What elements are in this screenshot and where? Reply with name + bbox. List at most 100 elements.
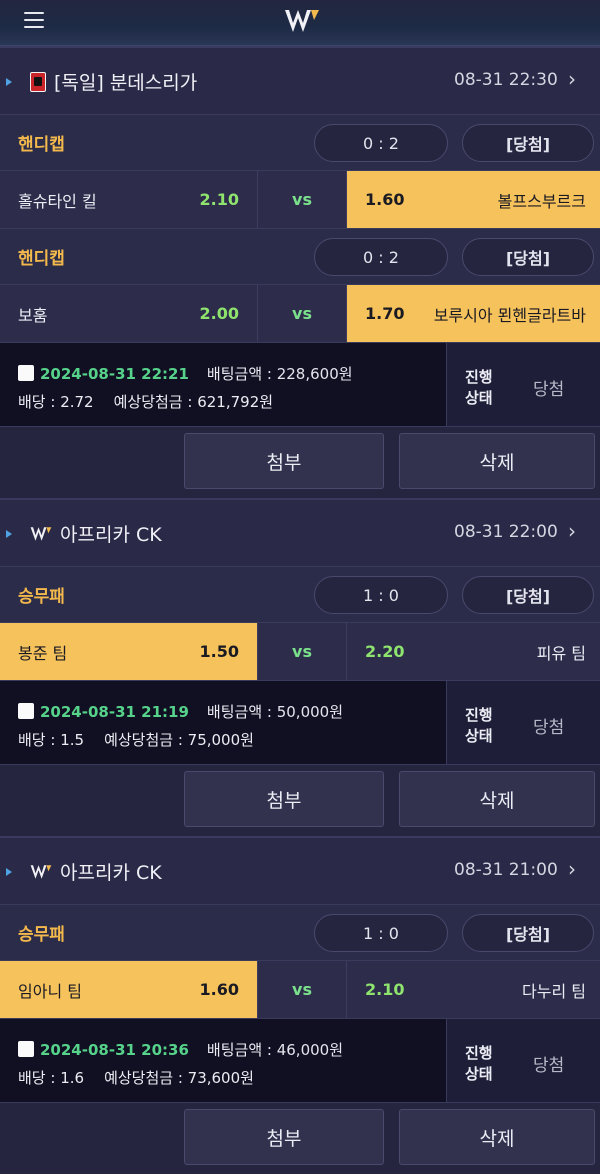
action-buttons: 첨부 삭제	[0, 426, 600, 498]
market-type: 승무패	[18, 587, 65, 607]
status-label: 진행 상태	[465, 705, 493, 747]
site-logo[interactable]	[284, 8, 320, 34]
expected-payout: 621,792원	[197, 393, 274, 411]
chevron-right-icon[interactable]: ›	[568, 67, 576, 91]
stake-label: 배팅금액 :	[206, 365, 277, 383]
status-label-line1: 진행	[465, 368, 493, 386]
match-datetime: 08-31 22:30	[454, 70, 558, 90]
hamburger-menu-icon[interactable]	[24, 12, 44, 28]
payout-label: 예상당첨금 :	[104, 1069, 188, 1087]
status-label: 진행 상태	[465, 1043, 493, 1085]
attach-button[interactable]: 첨부	[184, 433, 384, 489]
match-header[interactable]: 아프리카 CK 08-31 21:00 ›	[0, 836, 600, 904]
select-checkbox[interactable]	[18, 703, 34, 719]
result-pill: [당첨]	[462, 914, 594, 952]
payout-label: 예상당첨금 :	[104, 731, 188, 749]
league-name: [독일] 분데스리가	[54, 72, 198, 94]
expected-payout: 73,600원	[187, 1069, 254, 1087]
delete-button[interactable]: 삭제	[399, 771, 595, 827]
final-score-pill: 1 : 0	[314, 576, 448, 614]
status-panel: 진행 상태 당첨	[446, 1019, 600, 1103]
away-pick-cell[interactable]: 2.10 다누리 팀	[346, 961, 600, 1018]
bundesliga-badge-icon	[30, 71, 46, 92]
away-team-name: 볼프스부르크	[497, 191, 586, 211]
home-team-name: 봉준 팀	[18, 643, 68, 663]
payout-label: 예상당첨금 :	[113, 393, 198, 411]
vs-label: vs	[292, 642, 312, 661]
bet-line-2: 배당 : 2.72 예상당첨금 : 621,792원	[18, 391, 273, 412]
bet-line-1: 2024-08-31 22:21 배팅금액 : 228,600원	[40, 363, 353, 384]
bet-details: 2024-08-31 21:19 배팅금액 : 50,000원배당 : 1.5 예상…	[0, 681, 446, 765]
final-score-pill: 0 : 2	[314, 124, 448, 162]
top-bar	[0, 0, 600, 46]
market-bar: 승무패 1 : 0 [당첨]	[0, 566, 600, 622]
bet-line-1: 2024-08-31 20:36 배팅금액 : 46,000원	[40, 1039, 343, 1060]
bet-line-2: 배당 : 1.5 예상당첨금 : 75,000원	[18, 729, 254, 750]
match-datetime: 08-31 22:00	[454, 522, 558, 542]
status-label-line1: 진행	[465, 1044, 493, 1062]
action-buttons: 첨부 삭제	[0, 764, 600, 836]
result-pill: [당첨]	[462, 124, 594, 162]
total-odds: 2.72	[60, 393, 94, 411]
bet-time: 2024-08-31 20:36	[40, 1041, 189, 1059]
select-checkbox[interactable]	[18, 1041, 34, 1057]
away-pick-cell[interactable]: 2.20 피유 팀	[346, 623, 600, 680]
league-name: 아프리카 CK	[60, 524, 162, 546]
home-team-name: 임아니 팀	[18, 981, 82, 1001]
match-row: 임아니 팀 1.60 vs 2.10 다누리 팀	[0, 960, 600, 1018]
status-label: 진행 상태	[465, 367, 493, 409]
away-pick-cell[interactable]: 1.60 볼프스부르크	[346, 171, 600, 228]
match-row: 보훔 2.00 vs 1.70 보루시아 묀헨글라트바	[0, 284, 600, 342]
away-odds: 2.20	[365, 642, 405, 661]
status-panel: 진행 상태 당첨	[446, 681, 600, 765]
home-odds: 2.10	[199, 190, 239, 209]
action-buttons: 첨부 삭제	[0, 1102, 600, 1174]
vs-label: vs	[292, 980, 312, 999]
away-pick-cell[interactable]: 1.70 보루시아 묀헨글라트바	[346, 285, 600, 342]
league-title: [독일] 분데스리가	[30, 68, 197, 95]
bet-details: 2024-08-31 20:36 배팅금액 : 46,000원 배당 : 1.6 예상…	[0, 1019, 446, 1103]
result-pill: [당첨]	[462, 238, 594, 276]
league-name: 아프리카 CK	[60, 862, 162, 884]
home-pick-cell[interactable]: 임아니 팀 1.60	[0, 961, 258, 1018]
chevron-right-icon[interactable]: ›	[568, 857, 576, 881]
league-w-logo-icon	[30, 526, 52, 541]
league-title: 아프리카 CK	[30, 520, 162, 547]
expand-triangle-icon	[6, 530, 12, 538]
attach-button[interactable]: 첨부	[184, 771, 384, 827]
match-header[interactable]: [독일] 분데스리가 08-31 22:30 ›	[0, 46, 600, 114]
home-team-name: 보훔	[18, 305, 48, 325]
away-odds: 1.60	[365, 190, 405, 209]
bet-line-1: 2024-08-31 21:19 배팅금액 : 50,000원	[40, 701, 343, 722]
final-score-pill: 1 : 0	[314, 914, 448, 952]
select-checkbox[interactable]	[18, 365, 34, 381]
expected-payout: 75,000원	[187, 731, 254, 749]
result-pill: [당첨]	[462, 576, 594, 614]
status-value: 당첨	[533, 380, 565, 400]
match-row: 봉준 팀 1.50 vs 2.20 피유 팀	[0, 622, 600, 680]
chevron-right-icon[interactable]: ›	[568, 519, 576, 543]
bet-details: 2024-08-31 22:21 배팅금액 : 228,600원 배당 : 2.72…	[0, 343, 446, 427]
bet-card: [독일] 분데스리가 08-31 22:30 › 핸디캡 0 : 2 [당첨] 홀슈타인 킬…	[0, 46, 600, 498]
stake-label: 배팅금액 :	[206, 703, 277, 721]
stake-label: 배팅금액 :	[206, 1041, 277, 1059]
expand-triangle-icon	[6, 78, 12, 86]
home-odds: 1.50	[199, 642, 239, 661]
delete-button[interactable]: 삭제	[399, 433, 595, 489]
odds-label: 배당 :	[18, 731, 61, 749]
bet-info: 2024-08-31 22:21 배팅금액 : 228,600원 배당 : 2.72…	[0, 342, 600, 427]
bet-card: 아프리카 CK 08-31 21:00 › 승무패 1 : 0 [당첨] 임아니 팀 1.60…	[0, 836, 600, 1174]
delete-button[interactable]: 삭제	[399, 1109, 595, 1165]
match-datetime: 08-31 21:00	[454, 860, 558, 880]
stake-amount: 228,600원	[276, 365, 353, 383]
home-pick-cell[interactable]: 홀슈타인 킬 2.10	[0, 171, 258, 228]
match-header[interactable]: 아프리카 CK 08-31 22:00 ›	[0, 498, 600, 566]
league-w-logo-icon	[30, 864, 52, 879]
home-pick-cell[interactable]: 봉준 팀 1.50	[0, 623, 258, 680]
total-odds: 1.5	[60, 731, 85, 749]
market-type: 핸디캡	[18, 249, 65, 269]
attach-button[interactable]: 첨부	[184, 1109, 384, 1165]
market-bar: 핸디캡 0 : 2 [당첨]	[0, 228, 600, 284]
market-bar: 핸디캡 0 : 2 [당첨]	[0, 114, 600, 170]
home-pick-cell[interactable]: 보훔 2.00	[0, 285, 258, 342]
